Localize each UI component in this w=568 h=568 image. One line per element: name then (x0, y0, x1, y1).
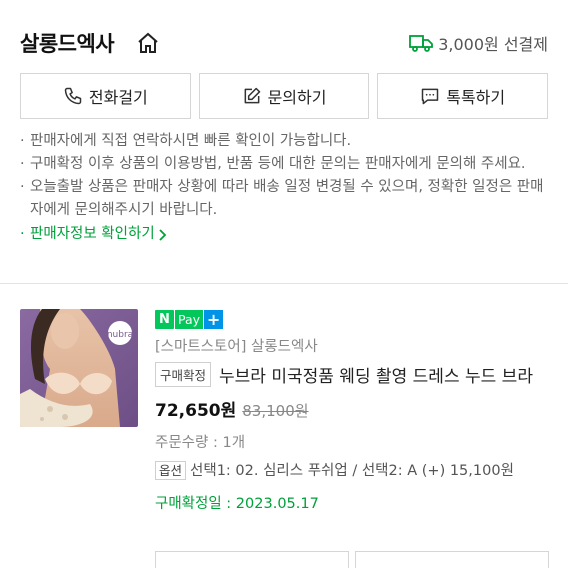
npay-n-icon: N (155, 309, 174, 329)
product-row[interactable]: 구매확정 누브라 미국정품 웨딩 촬영 드레스 누드 브라 (155, 362, 550, 387)
inquiry-button[interactable]: 문의하기 (198, 73, 370, 119)
contact-actions: 전화걸기 문의하기 톡톡하기 (20, 73, 549, 119)
store-name[interactable]: [스마트스토어] 살롱드엑사 (155, 335, 550, 356)
original-price: 83,100원 (242, 402, 309, 420)
notice-item: · 구매확정 이후 상품의 이용방법, 반품 등에 대한 문의는 판매자에게 문의… (20, 153, 550, 176)
seller-name[interactable]: 살롱드엑사 (20, 28, 115, 58)
chevron-right-icon (159, 229, 166, 241)
plus-icon: + (204, 309, 224, 329)
notice-text: 구매확정 이후 상품의 이용방법, 반품 등에 대한 문의는 판매자에게 문의해… (30, 156, 526, 172)
notice-text: 판매자에게 직접 연락하시면 빠른 확인이 가능합니다. (30, 133, 352, 149)
order-action-button[interactable] (355, 551, 549, 568)
product-thumbnail[interactable]: nubra (20, 309, 138, 427)
shipping-text: 3,000원 선결제 (438, 35, 548, 54)
option-row: 옵션 선택1: 02. 심리스 푸쉬업 / 선택2: A (+) 15,100원 (155, 459, 550, 483)
talk-label: 톡톡하기 (446, 88, 506, 107)
phone-icon (64, 87, 82, 105)
order-actions (155, 551, 549, 568)
notice-list: · 판매자에게 직접 연락하시면 빠른 확인이 가능합니다. · 구매확정 이후 상… (20, 130, 550, 246)
status-badge: 구매확정 (155, 362, 212, 387)
notice-item: · 판매자에게 직접 연락하시면 빠른 확인이 가능합니다. (20, 130, 550, 153)
order-quantity: 주문수량 : 1개 (155, 435, 246, 451)
npay-label: Pay (175, 309, 204, 329)
inquiry-label: 문의하기 (267, 88, 327, 107)
confirm-date: 구매확정일 : 2023.05.17 (155, 496, 319, 512)
notice-item: · 오늘출발 상품은 판매자 상황에 따라 배송 일정 변경될 수 있으며, 정확… (20, 176, 550, 222)
shipping-info: 3,000원 선결제 (409, 31, 548, 55)
order-info: N Pay + [스마트스토어] 살롱드엑사 구매확정 누브라 미국정품 웨딩 … (155, 309, 550, 513)
seller-header: 살롱드엑사 3,000원 선결제 (0, 0, 568, 72)
option-text: 선택1: 02. 심리스 푸쉬업 / 선택2: A (+) 15,100원 (190, 463, 514, 479)
call-label: 전화걸기 (88, 88, 148, 107)
order-action-button[interactable] (155, 551, 349, 568)
edit-icon (244, 87, 260, 104)
seller-info-link-label: 판매자정보 확인하기 (30, 226, 155, 242)
product-name[interactable]: 누브라 미국정품 웨딩 촬영 드레스 누드 브라 (219, 362, 539, 387)
section-divider (0, 283, 568, 284)
price-row: 72,650원 83,100원 (155, 396, 550, 421)
talk-button[interactable]: 톡톡하기 (377, 73, 549, 119)
seller-info-link[interactable]: · 판매자정보 확인하기 (20, 223, 550, 246)
call-button[interactable]: 전화걸기 (20, 73, 191, 119)
home-icon[interactable] (136, 31, 160, 55)
chat-icon (421, 88, 439, 105)
npay-plus-badge: N Pay + (155, 309, 550, 329)
nubra-logo: nubra (107, 330, 133, 340)
truck-icon (409, 35, 434, 52)
option-badge: 옵션 (155, 461, 187, 480)
notice-text: 오늘출발 상품은 판매자 상황에 따라 배송 일정 변경될 수 있으며, 정확한… (30, 179, 544, 218)
sale-price: 72,650원 (155, 401, 237, 421)
